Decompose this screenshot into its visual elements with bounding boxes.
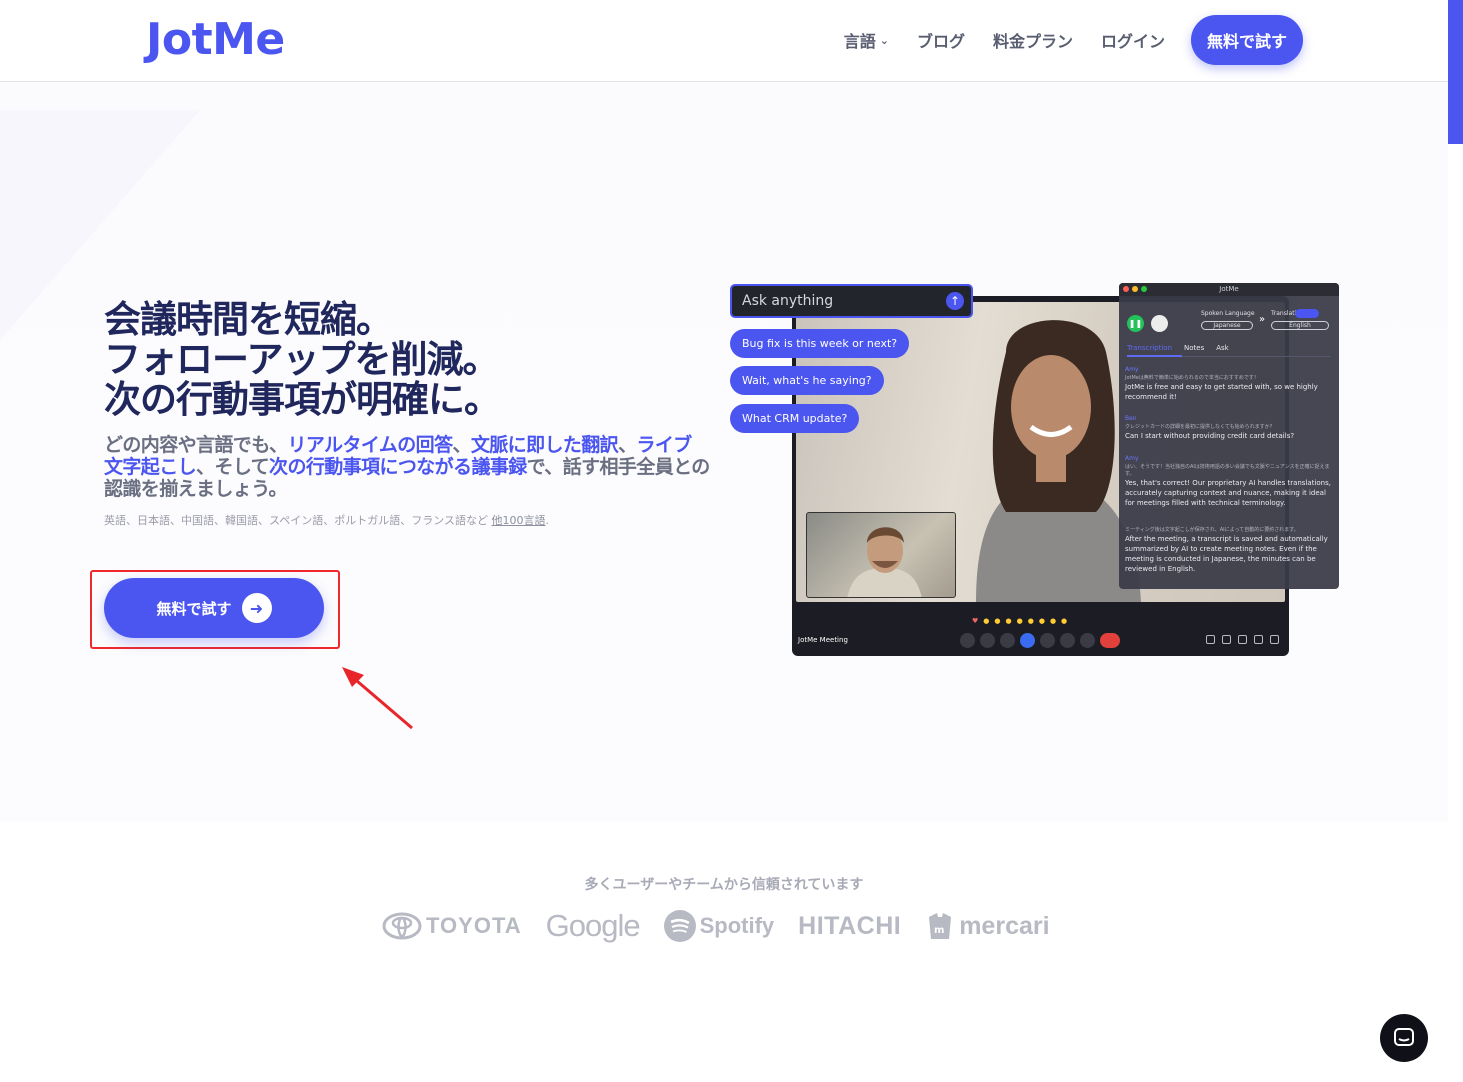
jotme-logo[interactable]: JotMe [146, 14, 285, 65]
speaker-name: Ben [1125, 415, 1137, 422]
header-try-free-button[interactable]: 無料で試す [1190, 15, 1303, 65]
suggestion-chip[interactable]: Wait, what's he saying? [730, 366, 884, 395]
more-icon[interactable] [1080, 633, 1095, 648]
transcript-original: ミーティング後は文字起こしが保存され、AIによって自動的に要約されます。 [1125, 527, 1299, 533]
arrow-right-icon: ➜ [241, 593, 272, 623]
meeting-side-controls [1206, 635, 1279, 644]
people-icon[interactable] [1222, 635, 1231, 644]
more-languages-link[interactable]: 他100言語 [492, 514, 546, 527]
nav-pricing[interactable]: 料金プラン [993, 28, 1073, 52]
hero-subtitle: どの内容や言語でも、リアルタイムの回答、文脈に即した翻訳、ライブ文字起こし、そし… [104, 434, 710, 500]
toyota-logo: TOYOTA [382, 912, 522, 940]
panel-title: JotMe [1219, 285, 1239, 293]
record-icon[interactable] [1020, 633, 1035, 648]
jotme-transcription-panel: JotMe ❚❚ Spoken Language Japanese » Tran… [1119, 283, 1339, 589]
chat-launcher-icon[interactable] [1380, 1014, 1428, 1062]
speaker-name: Amy [1125, 366, 1139, 373]
chat-icon[interactable] [1238, 635, 1247, 644]
share-screen-icon[interactable] [1040, 633, 1055, 648]
transcript-translation: Can I start without providing credit car… [1125, 432, 1295, 440]
subtitle-highlight-answers: リアルタイムの回答 [287, 434, 453, 456]
spotify-wordmark: Spotify [699, 913, 775, 938]
product-demo: ♥ ● ● ● ● ● ● ● ● JotMe Meeting Ask anyt… [730, 282, 1340, 662]
swap-arrow-icon: » [1259, 314, 1266, 325]
subtitle-text: 、 [452, 434, 471, 456]
camera-icon[interactable] [980, 633, 995, 648]
transcript-translation: Yes, that's correct! Our proprietary AI … [1125, 479, 1331, 507]
site-header: JotMe 言語 ⌄ ブログ 料金プラン ログイン 無料で試す [0, 0, 1463, 82]
call-controls [960, 633, 1120, 648]
hand-icon[interactable] [1060, 633, 1075, 648]
languages-end: . [545, 514, 550, 527]
subtitle-text: どの内容や言語でも、 [104, 434, 288, 456]
activities-icon[interactable] [1254, 635, 1263, 644]
languages-text: 英語、日本語、中国語、韓国語、スペイン語、ポルトガル語、フランス語など [104, 514, 492, 527]
participant-video-man [806, 512, 956, 598]
subtitle-highlight-minutes: 次の行動事項につながる議事録 [269, 456, 527, 478]
subtitle-text: 、 [618, 434, 637, 456]
pause-icon[interactable]: ❚❚ [1127, 315, 1144, 332]
hero-try-free-button[interactable]: 無料で試す ➜ [104, 578, 324, 638]
toyota-wordmark: TOYOTA [426, 913, 522, 938]
hero-title-line-1: 会議時間を短縮。 [104, 298, 393, 341]
transcript-entry: Amy はい、そうです！当社独自のAIは技術用語の多い会議でも文脈やニュアンスを… [1125, 454, 1335, 508]
spoken-language-label: Spoken Language [1201, 310, 1255, 317]
tab-transcription[interactable]: Transcription [1127, 344, 1172, 352]
hero-title-line-3: 次の行動事項が明確に。 [104, 378, 501, 421]
svg-text:m: m [934, 925, 944, 936]
transcript-translation: JotMe is free and easy to get started wi… [1125, 383, 1318, 401]
translation-toggle[interactable] [1295, 309, 1319, 318]
subtitle-highlight-translation: 文脈に即した翻訳 [470, 434, 619, 456]
meeting-controls: ♥ ● ● ● ● ● ● ● ● JotMe Meeting [792, 614, 1289, 654]
ask-placeholder: Ask anything [742, 293, 834, 309]
reaction-bar[interactable]: ♥ ● ● ● ● ● ● ● ● [972, 617, 1067, 625]
spoken-language-select[interactable]: Japanese [1201, 321, 1253, 330]
transcript-translation: After the meeting, a transcript is saved… [1125, 535, 1328, 573]
suggestion-chip[interactable]: Bug fix is this week or next? [730, 329, 910, 358]
nav-blog[interactable]: ブログ [917, 28, 965, 52]
transcript-original: クレジットカードの詳細を最初に提供しなくても始められますか？ [1125, 424, 1275, 430]
transcript-original: JotMeは無料で簡単に始められるので本当におすすめです！ [1125, 375, 1259, 381]
nav-login[interactable]: ログイン [1101, 28, 1165, 52]
panel-titlebar: JotMe [1119, 283, 1339, 296]
info-icon[interactable] [1206, 635, 1215, 644]
mic-icon[interactable] [960, 633, 975, 648]
scrollbar-thumb[interactable] [1448, 0, 1463, 144]
transcript-original: はい、そうです！当社独自のAIは技術用語の多い会議でも文脈やニュアンスを正確に捉… [1125, 464, 1330, 477]
hero-cta-label: 無料で試す [156, 599, 232, 618]
send-icon[interactable]: ↑ [946, 292, 964, 310]
transcript-entry: Ben クレジットカードの詳細を最初に提供しなくても始められますか？ Can I… [1125, 414, 1335, 441]
subtitle-text: 、そして [196, 456, 270, 478]
annotation-arrow-icon [342, 667, 413, 730]
chevron-down-icon: ⌄ [879, 33, 889, 47]
speaker-name: Amy [1125, 455, 1139, 462]
hang-up-icon[interactable] [1100, 633, 1120, 648]
customer-logos: TOYOTA Google Spotify HITACHI m mercari [382, 904, 1050, 948]
hero-title: 会議時間を短縮。 フォローアップを削減。 次の行動事項が明確に。 [104, 300, 724, 420]
transcript-entry: Amy JotMeは無料で簡単に始められるので本当におすすめです！ JotMe … [1125, 365, 1335, 402]
google-logo: Google [545, 908, 641, 943]
tab-indicator [1127, 355, 1331, 357]
ask-anything-input[interactable]: Ask anything ↑ [730, 284, 973, 318]
lock-icon[interactable] [1270, 635, 1279, 644]
mercari-wordmark: mercari [959, 911, 1050, 940]
spotify-logo: Spotify [663, 910, 775, 942]
suggestion-chip[interactable]: What CRM update? [730, 404, 860, 433]
tab-notes[interactable]: Notes [1184, 344, 1204, 352]
transcript-entry: ミーティング後は文字起こしが保存され、AIによって自動的に要約されます。 Aft… [1125, 527, 1335, 574]
hitachi-logo: HITACHI [798, 911, 902, 940]
translation-language-select[interactable]: English [1271, 321, 1329, 330]
main-nav: 言語 ⌄ ブログ 料金プラン ログイン 無料で試す [816, 15, 1303, 65]
trust-heading: 多くユーザーやチームから信頼されています [584, 877, 864, 893]
mercari-logo: m mercari [925, 909, 1050, 943]
stop-icon[interactable] [1151, 315, 1168, 332]
hero-title-line-2: フォローアップを削減。 [104, 338, 500, 381]
nav-language[interactable]: 言語 ⌄ [844, 28, 889, 52]
captions-icon[interactable] [1000, 633, 1015, 648]
meeting-label: JotMe Meeting [798, 636, 848, 644]
panel-tabs: Transcription Notes Ask [1127, 344, 1229, 352]
nav-language-label: 言語 [843, 32, 876, 51]
supported-languages: 英語、日本語、中国語、韓国語、スペイン語、ポルトガル語、フランス語など 他100… [104, 512, 549, 528]
tab-ask[interactable]: Ask [1216, 344, 1229, 352]
